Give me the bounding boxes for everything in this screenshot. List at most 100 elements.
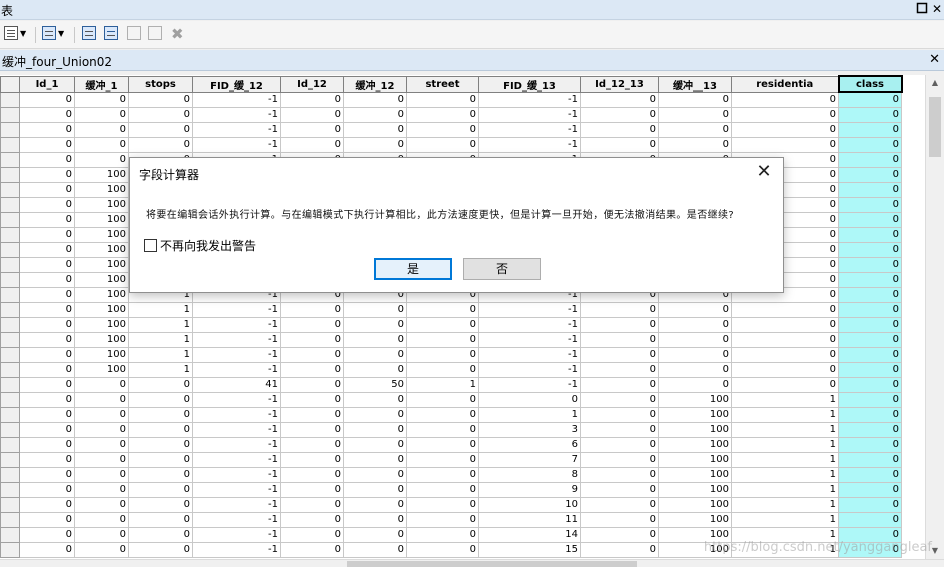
- table-cell[interactable]: -1: [192, 541, 281, 558]
- table-cell[interactable]: 100: [74, 196, 129, 213]
- table-cell[interactable]: 0: [343, 301, 407, 318]
- row-selector[interactable]: [0, 316, 20, 333]
- table-cell[interactable]: 0: [280, 421, 344, 438]
- table-cell[interactable]: 0: [838, 286, 902, 303]
- table-cell[interactable]: 0: [74, 451, 129, 468]
- table-cell[interactable]: 0: [280, 346, 344, 363]
- table-cell[interactable]: 0: [580, 541, 659, 558]
- table-cell[interactable]: 0: [74, 406, 129, 423]
- table-cell[interactable]: 0: [74, 466, 129, 483]
- table-cell[interactable]: 0: [128, 391, 193, 408]
- table-cell[interactable]: 0: [580, 436, 659, 453]
- table-cell[interactable]: 0: [731, 301, 839, 318]
- table-cell[interactable]: -1: [478, 361, 581, 378]
- row-selector[interactable]: [0, 346, 20, 363]
- table-cell[interactable]: 3: [478, 421, 581, 438]
- close-tab-icon[interactable]: ✕: [929, 52, 940, 67]
- table-cell[interactable]: 0: [19, 496, 75, 513]
- table-cell[interactable]: 0: [128, 421, 193, 438]
- table-cell[interactable]: 0: [731, 346, 839, 363]
- table-cell[interactable]: 0: [343, 436, 407, 453]
- table-cell[interactable]: 100: [74, 346, 129, 363]
- table-cell[interactable]: 100: [74, 316, 129, 333]
- table-cell[interactable]: 1: [731, 466, 839, 483]
- table-cell[interactable]: 0: [19, 436, 75, 453]
- table-cell[interactable]: 1: [128, 346, 193, 363]
- table-cell[interactable]: 0: [838, 166, 902, 183]
- table-cell[interactable]: 0: [838, 91, 902, 108]
- table-cell[interactable]: 0: [343, 406, 407, 423]
- table-cell[interactable]: 0: [19, 226, 75, 243]
- table-cell[interactable]: 0: [343, 481, 407, 498]
- table-cell[interactable]: 0: [128, 91, 193, 108]
- table-cell[interactable]: 100: [658, 496, 732, 513]
- table-cell[interactable]: 0: [406, 466, 479, 483]
- table-cell[interactable]: 0: [838, 181, 902, 198]
- table-cell[interactable]: 0: [838, 406, 902, 423]
- table-cell[interactable]: 0: [280, 496, 344, 513]
- table-cell[interactable]: 0: [74, 541, 129, 558]
- row-selector[interactable]: [0, 481, 20, 498]
- table-cell[interactable]: 0: [19, 241, 75, 258]
- table-cell[interactable]: 0: [580, 406, 659, 423]
- table-cell[interactable]: 0: [280, 541, 344, 558]
- table-cell[interactable]: 0: [280, 361, 344, 378]
- table-cell[interactable]: 0: [74, 481, 129, 498]
- table-cell[interactable]: 0: [658, 136, 732, 153]
- table-cell[interactable]: -1: [192, 406, 281, 423]
- column-header[interactable]: Id_12_13: [580, 75, 659, 93]
- row-selector[interactable]: [0, 376, 20, 393]
- close-window-icon[interactable]: ✕: [930, 2, 944, 16]
- column-header[interactable]: stops: [128, 75, 193, 93]
- table-cell[interactable]: 0: [580, 496, 659, 513]
- table-cell[interactable]: 0: [19, 151, 75, 168]
- table-row[interactable]: 0 0 0 41 0 50 1 -1 0 0 0 0: [0, 376, 902, 393]
- row-selector[interactable]: [0, 406, 20, 423]
- table-cell[interactable]: 0: [19, 421, 75, 438]
- table-cell[interactable]: 0: [280, 91, 344, 108]
- row-selector[interactable]: [0, 241, 20, 258]
- table-cell[interactable]: 0: [731, 136, 839, 153]
- table-cell[interactable]: -1: [478, 346, 581, 363]
- table-cell[interactable]: 0: [280, 376, 344, 393]
- table-cell[interactable]: 0: [580, 526, 659, 543]
- row-selector[interactable]: [0, 166, 20, 183]
- vertical-scroll-thumb[interactable]: [929, 97, 941, 157]
- table-cell[interactable]: 100: [658, 466, 732, 483]
- table-cell[interactable]: 0: [343, 466, 407, 483]
- table-cell[interactable]: 0: [838, 511, 902, 528]
- table-cell[interactable]: 0: [658, 121, 732, 138]
- table-cell[interactable]: 9: [478, 481, 581, 498]
- table-cell[interactable]: 0: [658, 316, 732, 333]
- table-cell[interactable]: 0: [19, 286, 75, 303]
- table-cell[interactable]: 1: [406, 376, 479, 393]
- table-cell[interactable]: 0: [74, 376, 129, 393]
- table-cell[interactable]: 0: [19, 121, 75, 138]
- table-cell[interactable]: 0: [343, 121, 407, 138]
- table-cell[interactable]: 0: [406, 391, 479, 408]
- table-cell[interactable]: 0: [838, 466, 902, 483]
- table-cell[interactable]: 100: [74, 256, 129, 273]
- table-cell[interactable]: 0: [838, 376, 902, 393]
- row-selector[interactable]: [0, 421, 20, 438]
- row-selector[interactable]: [0, 151, 20, 168]
- table-cell[interactable]: 0: [280, 136, 344, 153]
- table-cell[interactable]: 0: [731, 121, 839, 138]
- row-selector[interactable]: [0, 496, 20, 513]
- table-cell[interactable]: 0: [128, 526, 193, 543]
- table-cell[interactable]: 0: [838, 421, 902, 438]
- table-cell[interactable]: 0: [19, 466, 75, 483]
- table-cell[interactable]: 0: [19, 361, 75, 378]
- table-cell[interactable]: 0: [838, 106, 902, 123]
- table-row[interactable]: 000-1000-10000: [0, 91, 902, 108]
- table-cell[interactable]: 0: [128, 136, 193, 153]
- table-cell[interactable]: 0: [280, 526, 344, 543]
- table-row[interactable]: 0 0 0 -1 0 0 0 11 0 100 1 0: [0, 511, 902, 528]
- table-cell[interactable]: 0: [74, 436, 129, 453]
- table-row[interactable]: 000-1000-10000: [0, 121, 902, 138]
- table-cell[interactable]: 0: [343, 346, 407, 363]
- column-header[interactable]: class: [837, 75, 903, 93]
- table-cell[interactable]: 0: [478, 391, 581, 408]
- table-row[interactable]: 000-1000-10000: [0, 136, 902, 153]
- table-cell[interactable]: 100: [658, 481, 732, 498]
